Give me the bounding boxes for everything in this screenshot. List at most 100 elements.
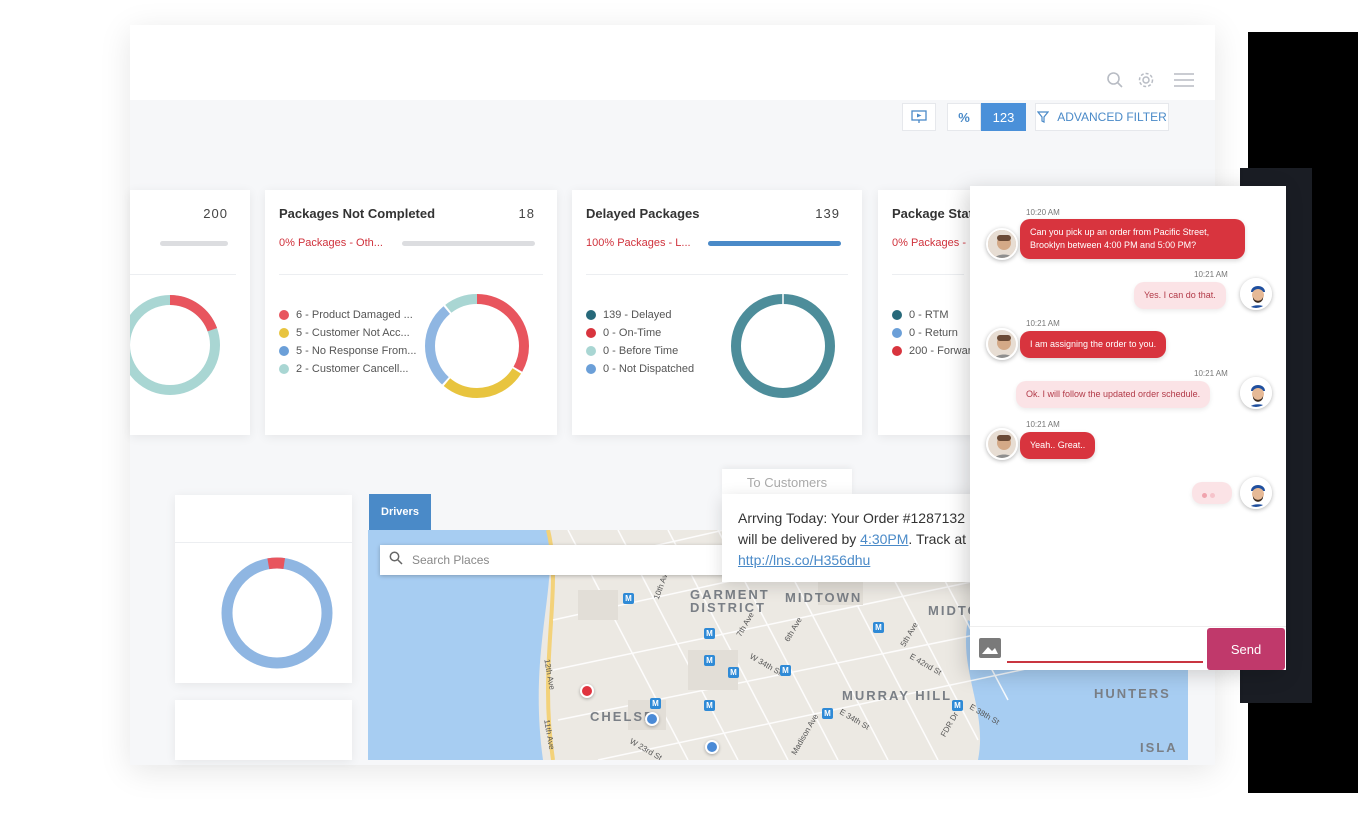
map-label-hunters: HUNTERS — [1094, 686, 1171, 701]
card-title: Packages Not Completed — [279, 206, 436, 221]
subway-icon: M — [704, 628, 715, 639]
message-bubble-incoming: Yeah.. Great.. — [1020, 432, 1096, 459]
gear-icon[interactable] — [1135, 71, 1157, 93]
donut-chart — [425, 294, 529, 398]
legend-label: 0 - Return — [909, 327, 958, 339]
driver-pin[interactable] — [705, 740, 719, 754]
card-divider — [130, 274, 236, 275]
progress-bar — [402, 241, 535, 246]
legend-item: 5 - No Response From... — [279, 342, 416, 360]
legend-item: 0 - On-Time — [586, 324, 694, 342]
card-count: 139 — [815, 206, 840, 221]
legend-label: 0 - Not Dispatched — [603, 363, 695, 375]
sms-line-2: will be delivered by 4:30PM. Track at — [738, 529, 1004, 550]
subway-icon: M — [704, 655, 715, 666]
legend-dot — [586, 310, 596, 320]
driver-avatar — [1240, 477, 1272, 509]
search-icon[interactable] — [1104, 71, 1126, 93]
card-divider — [586, 274, 848, 275]
map-label-isla: ISLA — [1140, 740, 1178, 755]
presentation-icon — [911, 110, 927, 123]
message-bubble-outgoing: Yes. I can do that. — [1134, 282, 1226, 309]
legend-item: 0 - Before Time — [586, 342, 694, 360]
legend-dot — [892, 346, 902, 356]
legend-label: 6 - Product Damaged ... — [296, 309, 413, 321]
legend-dot — [279, 310, 289, 320]
legend: 0 - RTM 0 - Return 200 - Forwar — [892, 306, 971, 360]
legend-label: 0 - Before Time — [603, 345, 679, 357]
dispatcher-avatar — [986, 328, 1018, 360]
legend-label: 139 - Delayed — [603, 309, 672, 321]
filter-icon — [1037, 111, 1050, 123]
menu-icon[interactable] — [1172, 71, 1196, 93]
subway-icon: M — [780, 665, 791, 676]
message-text: Brooklyn between 4:00 PM and 5:00 PM? — [1030, 240, 1197, 250]
card-count: 200 — [203, 206, 228, 221]
search-icon — [380, 551, 412, 569]
progress-bar — [160, 241, 228, 246]
donut-chart — [731, 293, 835, 398]
sms-text: will be delivered by — [738, 531, 861, 547]
card-divider — [279, 274, 543, 275]
card-divider — [892, 274, 964, 275]
map-label-midtown: MIDTOWN — [785, 590, 863, 605]
progress-bar — [708, 241, 841, 246]
legend-dot — [892, 328, 902, 338]
legend-dot — [586, 364, 596, 374]
legend-dot — [892, 310, 902, 320]
sms-text: . Track at — [908, 531, 966, 547]
subway-icon: M — [704, 700, 715, 711]
presentation-button[interactable] — [902, 103, 936, 131]
legend-item: 0 - Return — [892, 324, 971, 342]
tab-to-customers[interactable]: To Customers — [722, 469, 852, 495]
card-title: Delayed Packages — [586, 206, 700, 221]
summary-card-lower — [175, 700, 352, 760]
legend-label: 5 - No Response From... — [296, 345, 417, 357]
subway-icon: M — [952, 700, 963, 711]
subway-icon: M — [623, 593, 634, 604]
legend-dot — [279, 364, 289, 374]
map-label-district: DISTRICT — [690, 600, 766, 615]
legend-item: 2 - Customer Cancell... — [279, 360, 416, 378]
legend-label: 0 - RTM — [909, 309, 949, 321]
driver-pin[interactable] — [645, 712, 659, 726]
donut-chart — [130, 295, 220, 395]
legend-label: 0 - On-Time — [603, 327, 662, 339]
chat-message-input[interactable] — [1007, 661, 1203, 663]
card-title: Package Stat — [892, 206, 973, 221]
advanced-filter-button[interactable]: ADVANCED FILTER — [1035, 103, 1169, 131]
subway-icon: M — [822, 708, 833, 719]
driver-pin[interactable] — [580, 684, 594, 698]
message-text: Can you pick up an order from Pacific St… — [1030, 227, 1210, 237]
percent-view-button[interactable]: % — [947, 103, 981, 131]
donut-chart — [221, 557, 333, 669]
search-placeholder: Search Places — [412, 553, 490, 567]
typing-indicator — [1192, 482, 1232, 504]
card-subtitle: 0% Packages - Oth... — [279, 237, 383, 249]
backdrop-block-right — [1310, 180, 1358, 690]
card-count: 18 — [518, 206, 535, 221]
stat-card-delayed: Delayed Packages 139 100% Packages - L..… — [572, 190, 862, 435]
message-time: 10:21 AM — [1026, 319, 1060, 328]
send-button[interactable]: Send — [1207, 628, 1285, 670]
legend-item: 5 - Customer Not Acc... — [279, 324, 416, 342]
advanced-filter-label: ADVANCED FILTER — [1057, 110, 1167, 124]
message-time: 10:21 AM — [1026, 420, 1060, 429]
image-attach-icon[interactable] — [979, 638, 1001, 658]
legend-item: 200 - Forwar — [892, 342, 971, 360]
card-divider — [175, 542, 352, 543]
stat-card-not-completed: Packages Not Completed 18 0% Packages - … — [265, 190, 557, 435]
backdrop-block-bottom — [1248, 688, 1358, 793]
dispatcher-avatar — [986, 228, 1018, 260]
tab-drivers[interactable]: Drivers — [369, 494, 431, 530]
delivery-time-link[interactable]: 4:30PM — [860, 531, 908, 547]
subway-icon: M — [873, 622, 884, 633]
card-subtitle: 100% Packages - L... — [586, 237, 691, 249]
legend-dot — [279, 328, 289, 338]
tracking-link[interactable]: http://lns.co/H356dhu — [738, 552, 870, 568]
number-view-button[interactable]: 123 — [981, 103, 1026, 131]
search-places-field[interactable]: Search Places — [380, 545, 730, 575]
message-bubble-incoming: I am assigning the order to you. — [1020, 331, 1167, 358]
sms-line-1: Arrving Today: Your Order #1287132 — [738, 510, 966, 526]
dispatcher-avatar — [986, 428, 1018, 460]
